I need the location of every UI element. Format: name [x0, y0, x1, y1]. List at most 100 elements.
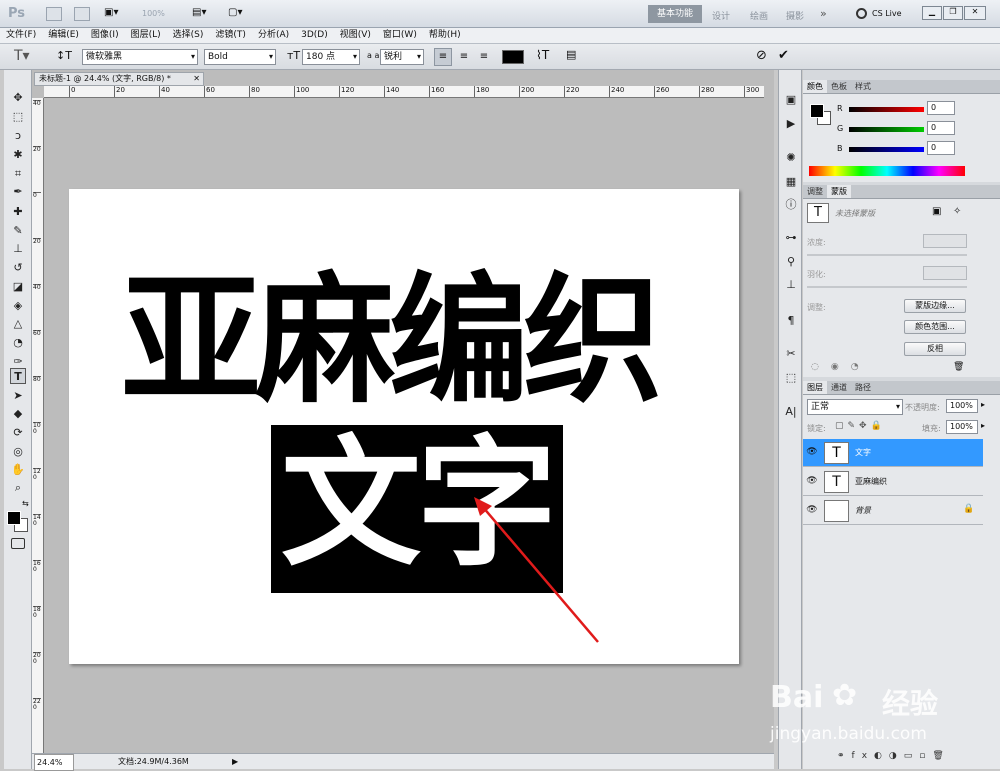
cslive-label[interactable]: CS Live	[872, 9, 902, 18]
eraser-tool-icon[interactable]: ◪	[10, 279, 26, 295]
color-range-button[interactable]: 颜色范围...	[904, 320, 966, 334]
foreground-color-swatch[interactable]	[7, 511, 21, 525]
feather-field[interactable]	[923, 266, 967, 280]
quick-mask-icon[interactable]	[11, 538, 25, 549]
close-button[interactable]: ✕	[964, 6, 986, 20]
layer-name[interactable]: 背景	[855, 505, 871, 516]
density-field[interactable]	[923, 234, 967, 248]
tab-layers[interactable]: 图层	[803, 381, 827, 394]
mask-footer-icons[interactable]: ◌◉◔	[811, 362, 871, 372]
text-layer-linen-weave[interactable]: 亚麻编织	[121, 267, 663, 417]
color-spectrum-bar[interactable]	[809, 166, 965, 176]
path-select-tool-icon[interactable]: ➤	[10, 388, 26, 404]
navigator-icon[interactable]: ▦	[783, 174, 799, 190]
fill-arrow-icon[interactable]: ▸	[981, 421, 985, 430]
layer-name[interactable]: 亚麻编织	[855, 476, 887, 487]
mask-edge-button[interactable]: 蒙版边缘...	[904, 299, 966, 313]
menu-filter[interactable]: 滤镜(T)	[209, 28, 252, 43]
commit-edits-icon[interactable]: ✔	[778, 48, 789, 63]
crop-tool-icon[interactable]: ⌗	[10, 166, 26, 182]
menu-layer[interactable]: 图层(L)	[125, 28, 167, 43]
hand-tool-icon[interactable]: ✋	[10, 462, 26, 478]
feather-slider[interactable]	[807, 286, 967, 288]
workspace-design[interactable]: 设计	[712, 9, 730, 22]
color-fg-swatch[interactable]	[810, 104, 824, 118]
menu-window[interactable]: 窗口(W)	[377, 28, 423, 43]
opacity-field[interactable]: 100%	[946, 399, 978, 413]
character-panel-icon[interactable]: ▤	[566, 48, 582, 64]
lasso-tool-icon[interactable]: ↄ	[10, 128, 26, 144]
menu-file[interactable]: 文件(F)	[0, 28, 42, 43]
canvas[interactable]: 亚麻编织 文字	[69, 189, 739, 664]
tool-presets-icon[interactable]: ⊥	[783, 277, 799, 293]
menu-help[interactable]: 帮助(H)	[423, 28, 467, 43]
move-tool-icon[interactable]: ✥	[10, 90, 26, 106]
align-right-icon[interactable]: ≡	[475, 48, 493, 66]
workspace-photography[interactable]: 摄影	[786, 9, 804, 22]
opacity-arrow-icon[interactable]: ▸	[981, 400, 985, 409]
tab-adjustments[interactable]: 调整	[803, 185, 827, 198]
view-extras-icon[interactable]: ▣▾	[104, 7, 128, 21]
horizontal-ruler[interactable]: 0 20 40 60 80 100 120 140 160 180 200 220 240 260 280 3…	[44, 86, 764, 98]
cslive-icon[interactable]	[856, 8, 867, 19]
vector-mask-icon[interactable]: ✧	[953, 206, 961, 217]
density-slider[interactable]	[807, 254, 967, 256]
tab-channels[interactable]: 通道	[827, 381, 851, 394]
quick-select-tool-icon[interactable]: ✱	[10, 147, 26, 163]
blur-tool-icon[interactable]: △	[10, 316, 26, 332]
layer-row-wenzi[interactable]: 👁 T 文字	[803, 439, 983, 467]
clone-source-icon[interactable]: ⚲	[783, 254, 799, 270]
tab-masks[interactable]: 蒙版	[827, 185, 851, 198]
more-workspaces-icon[interactable]: »	[820, 7, 827, 20]
document-tab[interactable]: 未标题-1 @ 24.4% (文字, RGB/8) * ✕	[34, 72, 204, 86]
red-value[interactable]: 0	[927, 101, 955, 115]
dodge-tool-icon[interactable]: ◔	[10, 335, 26, 351]
mask-delete-icon[interactable]: 🗑	[953, 362, 964, 372]
visibility-eye-icon[interactable]: 👁	[806, 476, 818, 488]
type-tool-preset-icon[interactable]: T▾	[14, 48, 30, 64]
layer-row-linen[interactable]: 👁 T 亚麻编织	[803, 468, 983, 496]
menu-select[interactable]: 选择(S)	[167, 28, 210, 43]
arrange-documents-icon[interactable]: ▤▾	[192, 7, 216, 21]
font-family-select[interactable]: 微软雅黑	[82, 49, 198, 65]
screen-mode-icon[interactable]: ▢▾	[228, 7, 252, 21]
zoom-level[interactable]: 100%	[142, 9, 165, 18]
menu-image[interactable]: 图像(I)	[85, 28, 125, 43]
type-tool-icon[interactable]: T	[10, 368, 26, 384]
3d-icon[interactable]: ✺	[783, 150, 799, 166]
swap-colors-icon[interactable]: ⇆	[22, 499, 29, 508]
close-tab-icon[interactable]: ✕	[193, 73, 200, 85]
menu-edit[interactable]: 编辑(E)	[42, 28, 85, 43]
cancel-edits-icon[interactable]: ⊘	[756, 48, 767, 63]
invert-button[interactable]: 反相	[904, 342, 966, 356]
tab-paths[interactable]: 路径	[851, 381, 875, 394]
antialias-select[interactable]: 锐利	[380, 49, 424, 65]
visibility-eye-icon[interactable]: 👁	[806, 505, 818, 517]
align-center-icon[interactable]: ≡	[455, 48, 473, 66]
tools-scissors-icon[interactable]: ✂	[783, 346, 799, 362]
font-size-select[interactable]: 180 点	[302, 49, 360, 65]
text-color-swatch[interactable]	[502, 50, 524, 64]
minibridge-icon[interactable]	[74, 7, 90, 21]
status-arrow-icon[interactable]: ▶	[232, 754, 238, 769]
layer-comps-icon[interactable]: ⬚	[783, 370, 799, 386]
3d-orbit-tool-icon[interactable]: ◎	[10, 444, 26, 460]
visibility-eye-icon[interactable]: 👁	[806, 447, 818, 459]
menu-view[interactable]: 视图(V)	[334, 28, 377, 43]
menu-3d[interactable]: 3D(D)	[295, 28, 334, 43]
warp-text-icon[interactable]: ⌇T	[536, 48, 549, 62]
bridge-icon[interactable]	[46, 7, 62, 21]
tab-color[interactable]: 颜色	[803, 80, 827, 93]
brush-tool-icon[interactable]: ✎	[10, 223, 26, 239]
eyedropper-tool-icon[interactable]: ✒	[10, 184, 26, 200]
workspace-essentials[interactable]: 基本功能	[648, 5, 702, 23]
layer-name[interactable]: 文字	[855, 447, 871, 458]
history-brush-tool-icon[interactable]: ↺	[10, 260, 26, 276]
fill-field[interactable]: 100%	[946, 420, 978, 434]
status-zoom[interactable]: 24.4%	[34, 754, 74, 771]
3d-rotate-tool-icon[interactable]: ⟳	[10, 425, 26, 441]
red-slider[interactable]	[849, 107, 924, 112]
restore-button[interactable]: ❐	[943, 6, 963, 20]
toggle-orientation-icon[interactable]: ↕T	[56, 49, 72, 62]
actions-icon[interactable]: ▶	[783, 116, 799, 132]
